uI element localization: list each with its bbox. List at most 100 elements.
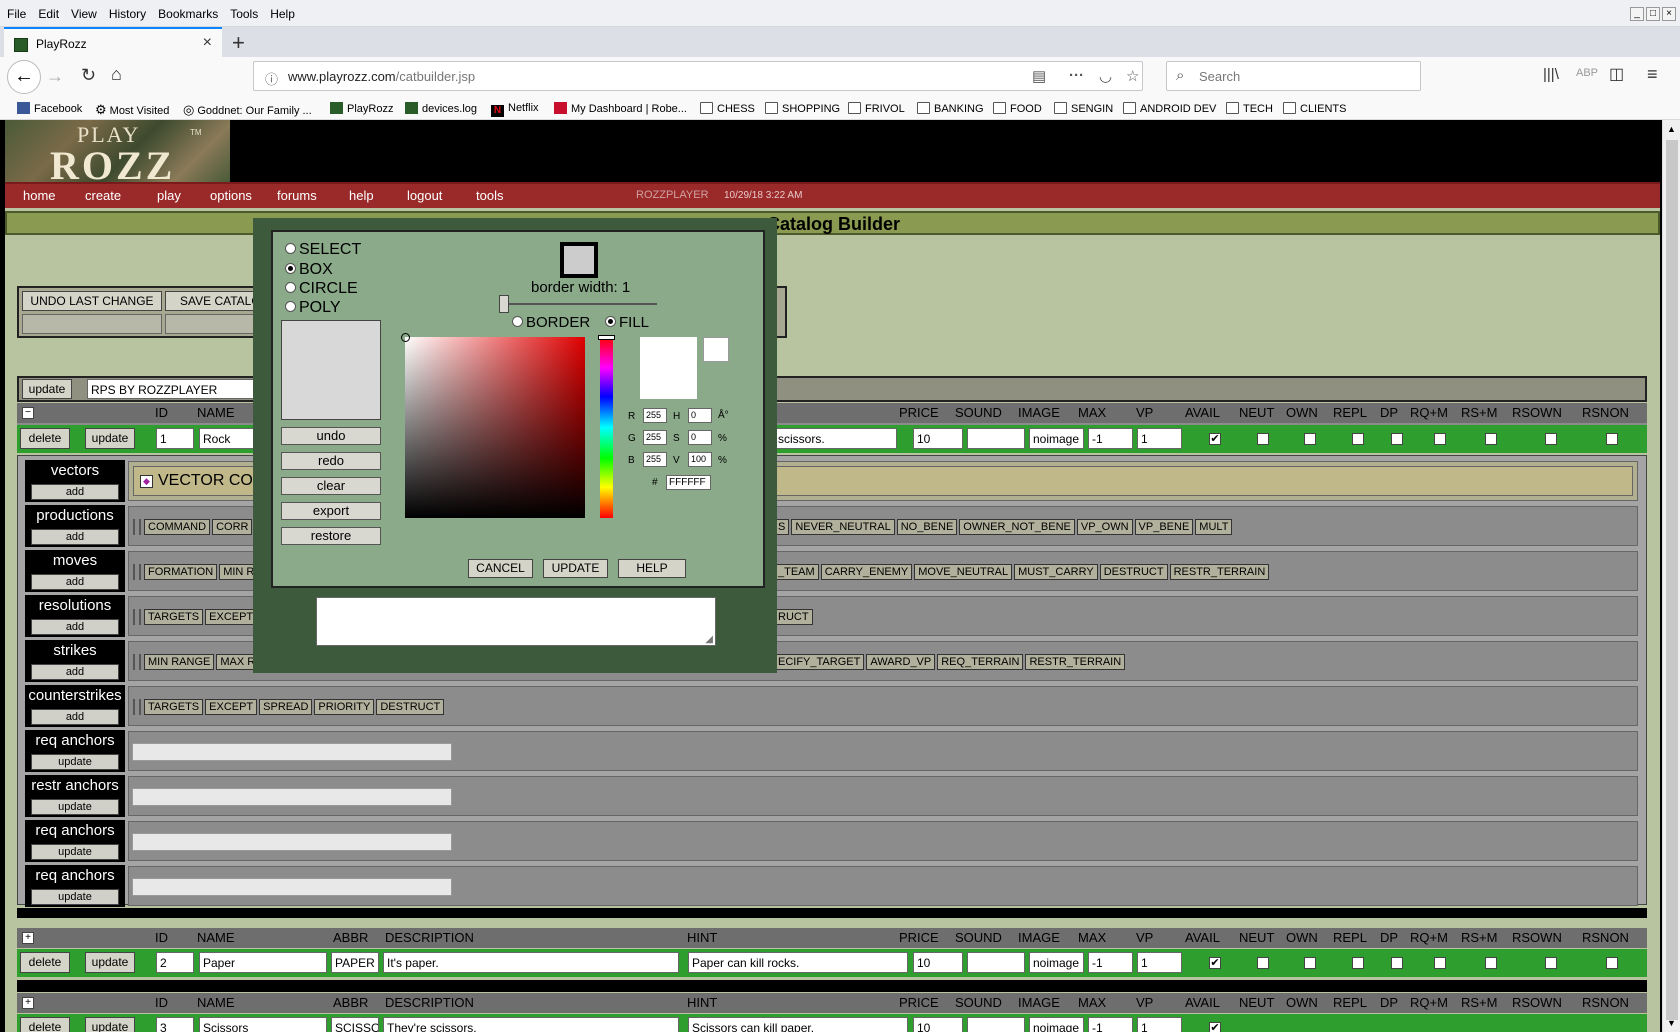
rqm-checkbox[interactable] xyxy=(1434,433,1446,445)
vertical-scrollbar[interactable]: ▲ ▼ xyxy=(1662,120,1680,1032)
tag[interactable]: PRIORITY xyxy=(314,699,375,715)
tag[interactable]: RESTR_TERRAIN xyxy=(1025,654,1126,670)
v-input[interactable]: 100 xyxy=(688,452,712,467)
row-sound-input[interactable] xyxy=(967,428,1025,449)
cancel-button[interactable]: CANCEL xyxy=(468,559,533,578)
mode-fill-radio[interactable]: FILL xyxy=(605,314,649,331)
rsm-checkbox[interactable] xyxy=(1485,433,1497,445)
update-anchors-button[interactable]: update xyxy=(31,889,119,905)
scrollbar-thumb[interactable] xyxy=(1666,140,1678,1020)
home-icon[interactable]: ⌂ xyxy=(111,64,122,85)
reload-icon[interactable]: ↻ xyxy=(81,65,96,86)
tag[interactable]: COMMAND xyxy=(144,519,211,535)
update-anchors-button[interactable]: update xyxy=(31,754,119,770)
row-price-input[interactable]: 10 xyxy=(913,952,963,973)
bookmark-playrozz[interactable]: PlayRozz xyxy=(330,102,393,115)
bookmark-star-icon[interactable]: ☆ xyxy=(1126,67,1139,85)
adblock-icon[interactable]: ABP xyxy=(1576,67,1598,79)
shape-poly-radio[interactable]: POLY xyxy=(285,299,341,317)
tag[interactable]: DESTRUCT xyxy=(1099,564,1168,580)
add-vector-button[interactable]: add xyxy=(31,484,119,500)
drag-handle-icon[interactable] xyxy=(133,519,141,535)
rsown-checkbox[interactable] xyxy=(1545,957,1557,969)
drag-handle-icon[interactable] xyxy=(133,609,141,625)
row-id-input[interactable]: 3 xyxy=(156,1017,194,1032)
row-abbr-input[interactable]: SCISSO xyxy=(331,1017,379,1032)
tag[interactable]: _TEAM xyxy=(774,564,819,580)
avail-checkbox[interactable]: ✔ xyxy=(1209,957,1221,969)
avail-checkbox[interactable]: ✔ xyxy=(1209,1022,1221,1032)
add-strike-button[interactable]: add xyxy=(31,664,119,680)
update-row-button[interactable]: update xyxy=(85,952,135,973)
bookmark-most-visited[interactable]: ⚙ Most Visited xyxy=(95,102,169,118)
restore-button[interactable]: restore xyxy=(281,527,381,545)
row-max-input[interactable]: -1 xyxy=(1088,952,1133,973)
clear-button[interactable]: clear xyxy=(281,477,381,495)
bookmark-goddnet[interactable]: ◎ Goddnet: Our Family ... xyxy=(183,102,312,118)
url-bar[interactable]: ⓘ www.playrozz.com/catbuilder.jsp ▤ ··· … xyxy=(253,61,1143,91)
nav-help[interactable]: help xyxy=(349,188,374,203)
nav-tools[interactable]: tools xyxy=(476,188,503,203)
hue-slider-handle[interactable] xyxy=(598,335,615,340)
export-button[interactable]: export xyxy=(281,502,381,520)
tab-close-icon[interactable]: × xyxy=(203,34,212,52)
repl-checkbox[interactable] xyxy=(1352,433,1364,445)
dp-checkbox[interactable] xyxy=(1391,957,1403,969)
update-anchors-button[interactable]: update xyxy=(31,799,119,815)
bookmark-netflix[interactable]: N Netflix xyxy=(491,102,539,117)
help-button[interactable]: HELP xyxy=(618,559,686,578)
forward-icon[interactable]: → xyxy=(46,66,64,87)
tag[interactable]: MOVE_NEUTRAL xyxy=(914,564,1013,580)
row-max-input[interactable]: -1 xyxy=(1088,428,1133,449)
bookmark-folder-shopping[interactable]: SHOPPING xyxy=(765,102,840,115)
tag[interactable]: OWNER_NOT_BENE xyxy=(959,519,1075,535)
menu-history[interactable]: History xyxy=(102,0,151,21)
maximize-icon[interactable]: □ xyxy=(1646,7,1660,21)
sv-picker-handle[interactable] xyxy=(401,333,410,342)
bookmark-folder-clients[interactable]: CLIENTS xyxy=(1283,102,1346,115)
tag[interactable]: FORMATION xyxy=(144,564,218,580)
delete-row-button[interactable]: delete xyxy=(20,428,70,449)
sidebar-icon[interactable]: ◫ xyxy=(1609,64,1624,84)
repl-checkbox[interactable] xyxy=(1352,957,1364,969)
drag-handle-icon[interactable] xyxy=(133,564,141,580)
site-info-icon[interactable]: ⓘ xyxy=(265,69,278,88)
tag[interactable]: VP_OWN xyxy=(1076,519,1133,535)
bookmark-facebook[interactable]: Facebook xyxy=(17,102,82,115)
bookmark-folder-sengin[interactable]: SENGIN xyxy=(1054,102,1113,115)
row-vp-input[interactable]: 1 xyxy=(1137,1017,1182,1032)
add-production-button[interactable]: add xyxy=(31,529,119,545)
saturation-value-picker[interactable] xyxy=(405,337,585,518)
bookmark-dashboard[interactable]: My Dashboard | Robe... xyxy=(554,102,687,115)
bookmark-devices-log[interactable]: devices.log xyxy=(405,102,477,115)
row-max-input[interactable]: -1 xyxy=(1088,1017,1133,1032)
bookmark-folder-frivol[interactable]: FRIVOL xyxy=(848,102,905,115)
update-row-button[interactable]: update xyxy=(85,1017,135,1032)
page-actions-icon[interactable]: ··· xyxy=(1069,67,1084,84)
rsown-checkbox[interactable] xyxy=(1545,433,1557,445)
current-color-swatch[interactable] xyxy=(703,337,729,362)
redo-button[interactable]: redo xyxy=(281,452,381,470)
row-id-input[interactable]: 1 xyxy=(156,428,194,449)
reader-view-icon[interactable]: ▤ xyxy=(1032,67,1046,85)
tag[interactable]: TARGETS xyxy=(144,699,204,715)
anchors-input[interactable] xyxy=(132,878,452,896)
back-icon[interactable]: ← xyxy=(7,60,41,94)
bookmark-folder-tech[interactable]: TECH xyxy=(1226,102,1273,115)
border-width-slider-handle[interactable] xyxy=(499,295,509,313)
bookmark-folder-chess[interactable]: CHESS xyxy=(700,102,755,115)
own-checkbox[interactable] xyxy=(1304,957,1316,969)
tag[interactable]: RUCT xyxy=(774,609,813,625)
nav-play[interactable]: play xyxy=(157,188,181,203)
row-id-input[interactable]: 2 xyxy=(156,952,194,973)
row-hint-input[interactable]: scissors. xyxy=(774,428,897,449)
undo-button[interactable]: undo xyxy=(281,427,381,445)
tag[interactable]: EXCEPT xyxy=(205,609,258,625)
tag[interactable]: NEVER_NEUTRAL xyxy=(791,519,895,535)
row-name-input[interactable]: Paper xyxy=(199,952,327,973)
row-hint-input[interactable]: Paper can kill rocks. xyxy=(688,952,908,973)
close-icon[interactable]: × xyxy=(1662,7,1676,21)
menu-help[interactable]: Help xyxy=(263,0,300,21)
s-input[interactable]: 0 xyxy=(688,430,712,445)
row-image-input[interactable]: noimage xyxy=(1029,428,1084,449)
